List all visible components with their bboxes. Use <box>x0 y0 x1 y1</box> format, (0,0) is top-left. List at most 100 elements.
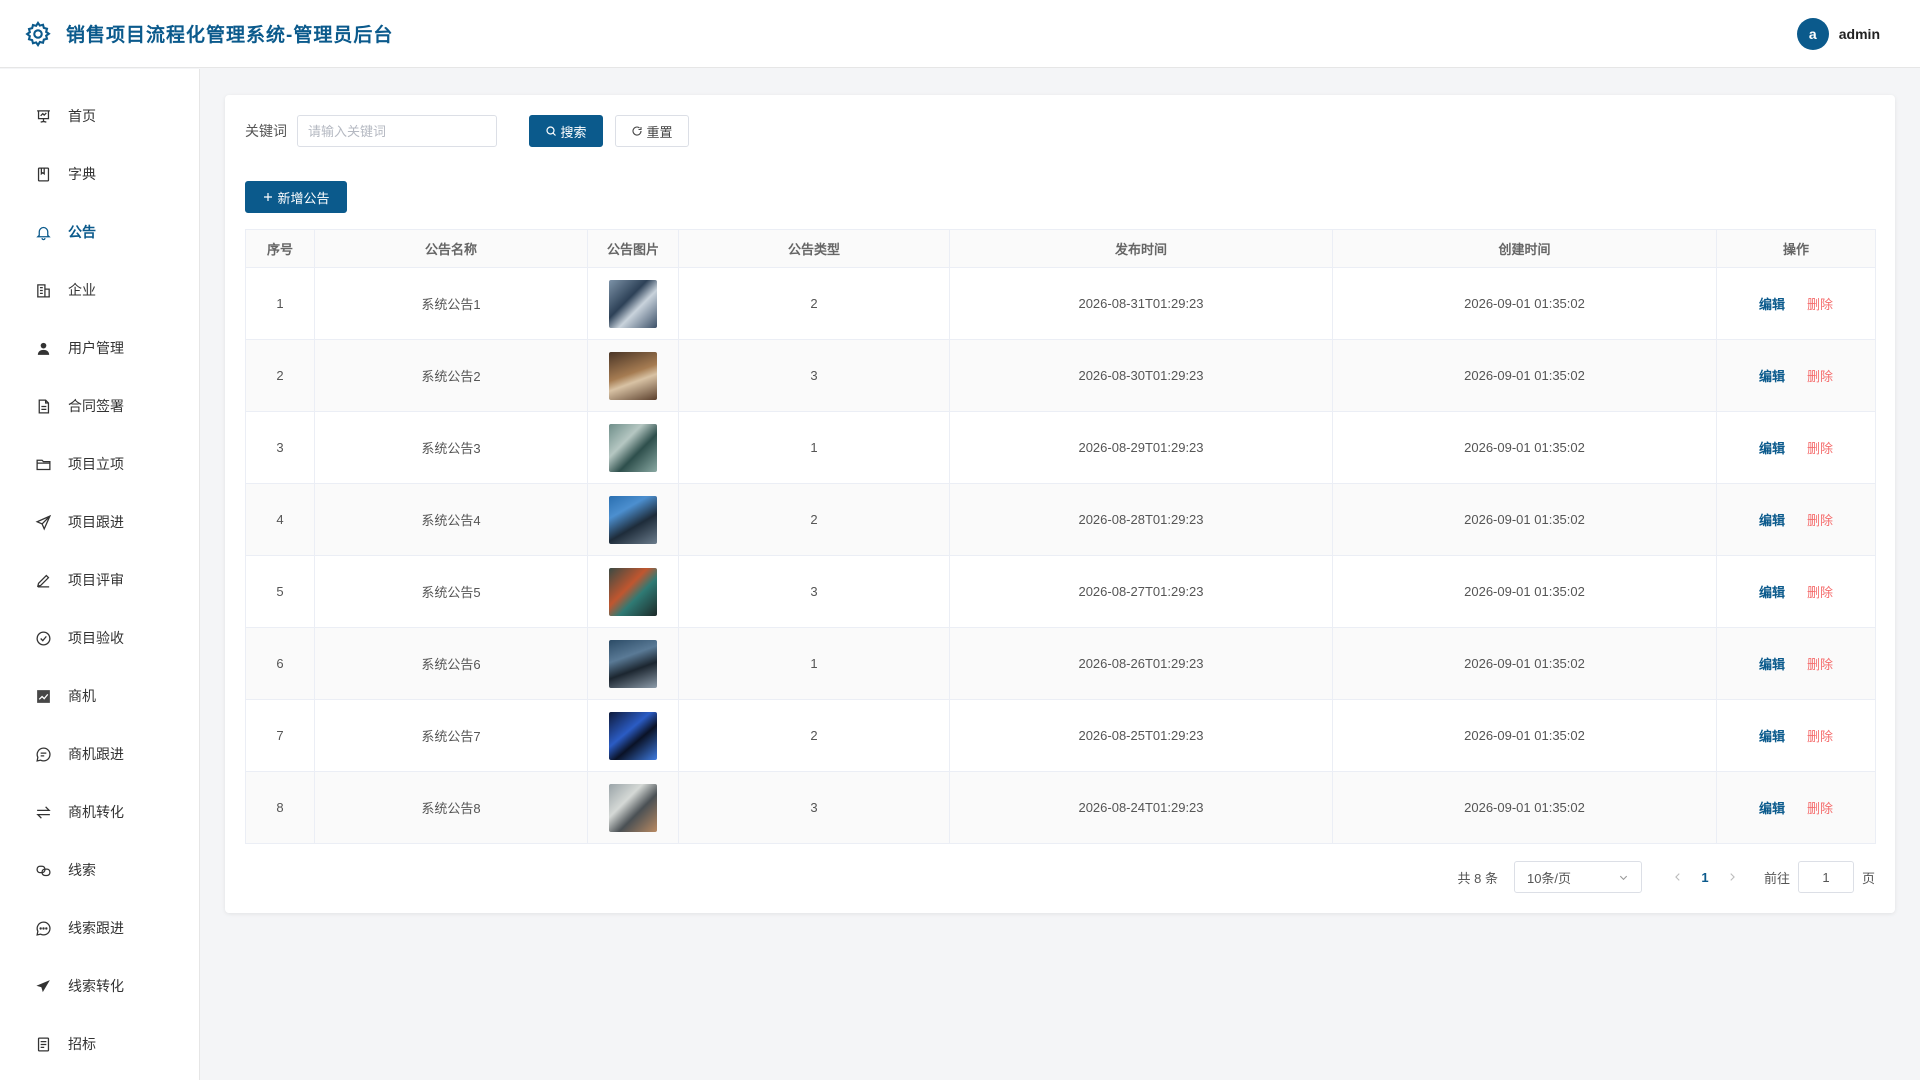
prev-page-button[interactable] <box>1666 872 1690 882</box>
delete-button[interactable]: 删除 <box>1807 585 1833 600</box>
cell-publish-time: 2026-08-30T01:29:23 <box>949 339 1333 412</box>
cell-actions: 编辑 删除 <box>1716 339 1876 412</box>
sidebar-item-project-setup[interactable]: 项目立项 <box>0 444 200 484</box>
cell-create-time: 2026-09-01 01:35:02 <box>1332 627 1717 700</box>
page-number[interactable]: 1 <box>1690 870 1720 885</box>
sidebar-item-home[interactable]: 首页 <box>0 96 200 136</box>
search-button[interactable]: 搜索 <box>529 115 603 147</box>
announcement-thumbnail[interactable] <box>609 783 657 832</box>
announcement-thumbnail[interactable] <box>609 423 657 472</box>
sidebar-item-label: 线索转化 <box>68 978 124 994</box>
announcement-thumbnail[interactable] <box>609 711 657 760</box>
content-card: 关键词 搜索 重置 新增公告 序号 公告名称 公告图片 公告类型 发布时间 创建… <box>225 95 1895 913</box>
username[interactable]: admin <box>1839 26 1880 42</box>
cell-type: 2 <box>678 267 950 340</box>
bell-icon <box>34 223 52 241</box>
sidebar-item-project-follow[interactable]: 项目跟进 <box>0 502 200 542</box>
cell-create-time: 2026-09-01 01:35:02 <box>1332 339 1717 412</box>
delete-button[interactable]: 删除 <box>1807 297 1833 312</box>
sidebar-item-opportunity[interactable]: 商机 <box>0 676 200 716</box>
sidebar-item-contract[interactable]: 合同签署 <box>0 386 200 426</box>
chevron-right-icon <box>1730 873 1735 881</box>
announcement-thumbnail[interactable] <box>609 351 657 400</box>
add-announcement-button[interactable]: 新增公告 <box>245 181 347 213</box>
link-icon <box>34 861 52 879</box>
edit-button[interactable]: 编辑 <box>1759 297 1785 312</box>
edit-button[interactable]: 编辑 <box>1759 585 1785 600</box>
cell-image <box>587 771 679 844</box>
delete-button[interactable]: 删除 <box>1807 369 1833 384</box>
edit-button[interactable]: 编辑 <box>1759 801 1785 816</box>
keyword-input[interactable] <box>297 115 497 147</box>
cell-actions: 编辑 删除 <box>1716 771 1876 844</box>
sidebar-item-opportunity-convert[interactable]: 商机转化 <box>0 792 200 832</box>
cell-actions: 编辑 删除 <box>1716 483 1876 556</box>
cell-actions: 编辑 删除 <box>1716 267 1876 340</box>
cell-create-time: 2026-09-01 01:35:02 <box>1332 555 1717 628</box>
sidebar-item-label: 用户管理 <box>68 340 124 356</box>
cell-type: 3 <box>678 771 950 844</box>
sidebar-item-label: 招标 <box>68 1036 96 1052</box>
cell-index: 1 <box>245 267 315 340</box>
cell-index: 6 <box>245 627 315 700</box>
refresh-icon <box>632 126 643 136</box>
user-icon <box>34 339 52 357</box>
delete-button[interactable]: 删除 <box>1807 513 1833 528</box>
plus-icon <box>264 193 273 201</box>
delete-button[interactable]: 删除 <box>1807 657 1833 672</box>
delete-button[interactable]: 删除 <box>1807 441 1833 456</box>
total-count: 共 8 条 <box>1457 870 1498 886</box>
page-size-value: 10条/页 <box>1526 870 1572 886</box>
delete-button[interactable]: 删除 <box>1807 729 1833 744</box>
cell-image <box>587 339 679 412</box>
sidebar-item-project-acceptance[interactable]: 项目验收 <box>0 618 200 658</box>
announcement-thumbnail[interactable] <box>609 279 657 328</box>
sidebar-item-dictionary[interactable]: 字典 <box>0 154 200 194</box>
page-size-select[interactable]: 10条/页 <box>1513 861 1642 893</box>
document-icon <box>34 397 52 415</box>
table-header-row: 序号 公告名称 公告图片 公告类型 发布时间 创建时间 操作 <box>245 229 1876 268</box>
sidebar-item-lead-follow[interactable]: 线索跟进 <box>0 908 200 948</box>
edit-button[interactable]: 编辑 <box>1759 513 1785 528</box>
cell-name: 系统公告8 <box>314 771 588 844</box>
sidebar-item-label: 项目立项 <box>68 456 124 472</box>
user-menu[interactable]: a admin <box>1796 18 1880 50</box>
edit-button[interactable]: 编辑 <box>1759 369 1785 384</box>
next-page-button[interactable] <box>1720 872 1744 882</box>
sidebar-item-label: 企业 <box>68 282 96 298</box>
logo <box>24 20 52 48</box>
cell-publish-time: 2026-08-25T01:29:23 <box>949 699 1333 772</box>
sidebar-item-announcement[interactable]: 公告 <box>0 212 200 252</box>
folder-icon <box>34 455 52 473</box>
reset-button-label: 重置 <box>646 124 673 140</box>
goto-page-input[interactable] <box>1797 861 1854 893</box>
sidebar-item-lead-convert[interactable]: 线索转化 <box>0 966 200 1006</box>
edit-button[interactable]: 编辑 <box>1759 441 1785 456</box>
sidebar-item-project-review[interactable]: 项目评审 <box>0 560 200 600</box>
cell-type: 1 <box>678 411 950 484</box>
sidebar-item-label: 商机转化 <box>68 804 124 820</box>
avatar[interactable]: a <box>1796 18 1829 50</box>
edit-button[interactable]: 编辑 <box>1759 657 1785 672</box>
cell-image <box>587 267 679 340</box>
announcement-thumbnail[interactable] <box>609 639 657 688</box>
sidebar-item-lead[interactable]: 线索 <box>0 850 200 890</box>
cell-index: 4 <box>245 483 315 556</box>
announcement-thumbnail[interactable] <box>609 567 657 616</box>
edit-button[interactable]: 编辑 <box>1759 729 1785 744</box>
column-header: 操作 <box>1716 229 1876 268</box>
sidebar-item-enterprise[interactable]: 企业 <box>0 270 200 310</box>
sidebar-item-user-management[interactable]: 用户管理 <box>0 328 200 368</box>
reset-button[interactable]: 重置 <box>615 115 689 147</box>
delete-button[interactable]: 删除 <box>1807 801 1833 816</box>
cell-create-time: 2026-09-01 01:35:02 <box>1332 699 1717 772</box>
sidebar-item-opportunity-follow[interactable]: 商机跟进 <box>0 734 200 774</box>
cell-publish-time: 2026-08-24T01:29:23 <box>949 771 1333 844</box>
cell-type: 3 <box>678 339 950 412</box>
cell-publish-time: 2026-08-27T01:29:23 <box>949 555 1333 628</box>
sidebar-item-bidding[interactable]: 招标 <box>0 1024 200 1064</box>
announcement-thumbnail[interactable] <box>609 495 657 544</box>
cell-index: 8 <box>245 771 315 844</box>
cell-name: 系统公告5 <box>314 555 588 628</box>
cell-name: 系统公告6 <box>314 627 588 700</box>
